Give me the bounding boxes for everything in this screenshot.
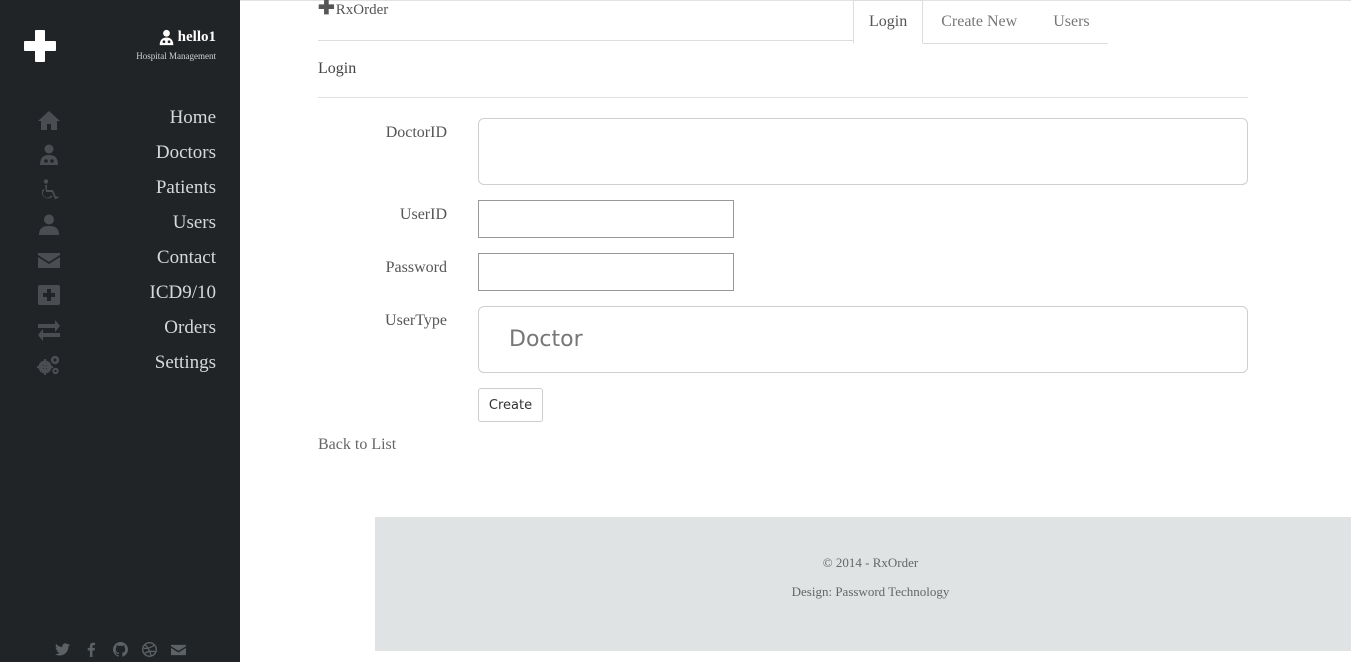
user-type-select[interactable]: Doctor [478,306,1248,373]
facebook-icon[interactable] [83,641,100,658]
brand-title: hello1 [136,29,216,46]
sidebar-item-patients[interactable]: Patients [0,172,240,207]
user-type-value: Doctor [509,327,583,352]
app-brand[interactable]: ✚ RxOrder [318,0,389,19]
sidebar-item-icd[interactable]: ICD9/10 [0,277,240,312]
tab-create-new[interactable]: Create New [923,0,1036,44]
mail-icon[interactable] [170,641,187,658]
app-name: RxOrder [335,2,389,18]
user-id-input[interactable] [478,200,734,238]
sidebar-item-label: Orders [164,317,216,338]
sidebar-nav: Home Doctors Patients Users Contact ICD9… [0,102,240,382]
sidebar-item-orders[interactable]: Orders [0,312,240,347]
section-divider [318,97,1248,98]
user-id-label: UserID [399,206,447,223]
user-type-label: UserType [385,312,447,329]
back-to-list-link[interactable]: Back to List [318,436,396,454]
sidebar-item-label: Doctors [155,142,216,163]
sidebar: hello1 Hospital Management Home Doctors … [0,0,240,662]
sidebar-brand: hello1 Hospital Management [136,29,216,61]
tab-login[interactable]: Login [853,0,924,44]
dribbble-icon[interactable] [141,641,158,658]
home-icon [36,109,62,131]
header-tabs: Login Create New Users [853,0,1108,44]
brand-divider [318,40,854,41]
password-label: Password [385,259,447,276]
footer: © 2014 - RxOrder Design: Password Techno… [375,517,1351,651]
create-button[interactable]: Create [478,388,543,422]
doctor-avatar-icon [159,29,173,46]
sidebar-item-home[interactable]: Home [0,102,240,137]
brand-name: hello1 [177,29,216,45]
page-title: Login [318,60,357,77]
user-icon [36,214,62,236]
sidebar-item-contact[interactable]: Contact [0,242,240,277]
plus-square-icon [36,284,62,306]
sidebar-item-users[interactable]: Users [0,207,240,242]
footer-copyright: © 2014 - RxOrder [822,555,919,570]
tab-users[interactable]: Users [1035,0,1108,44]
sidebar-item-label: Users [172,212,216,233]
sidebar-item-doctors[interactable]: Doctors [0,137,240,172]
cogs-icon [36,354,62,376]
doctor-id-label: DoctorID [385,124,447,141]
logo-cross-icon[interactable] [24,30,56,62]
exchange-icon [36,319,62,341]
envelope-icon [36,249,62,271]
github-icon[interactable] [112,641,129,658]
top-border [240,0,1351,1]
social-links [54,641,187,658]
sidebar-item-label: Home [169,107,216,128]
sidebar-item-label: Patients [155,177,216,198]
footer-design-credit: Design: Password Technology [791,584,950,599]
wheelchair-icon [36,179,62,201]
sidebar-item-settings[interactable]: Settings [0,347,240,382]
plus-icon: ✚ [318,0,335,19]
doctor-icon [36,144,62,166]
sidebar-item-label: Settings [154,352,216,373]
sidebar-item-label: ICD9/10 [149,282,217,303]
twitter-icon[interactable] [54,641,71,658]
brand-subtitle: Hospital Management [136,51,216,61]
password-input[interactable] [478,253,734,291]
doctor-id-input[interactable] [478,118,1248,185]
sidebar-item-label: Contact [156,247,216,268]
